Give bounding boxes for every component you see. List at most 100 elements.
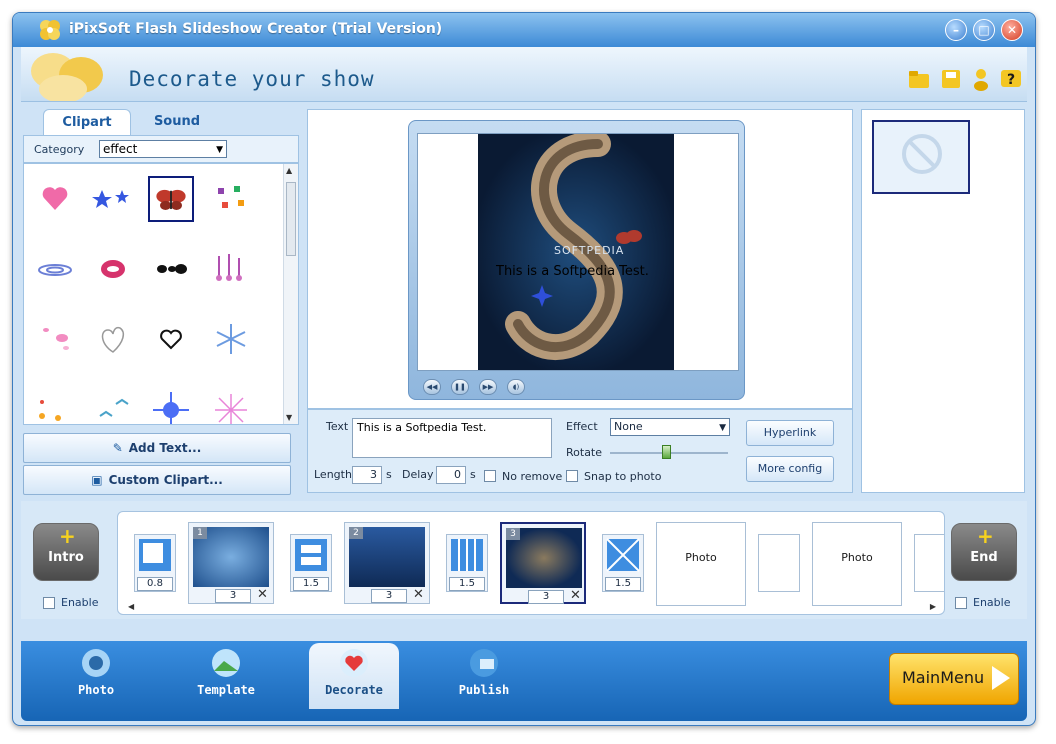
transition-item[interactable]: 1.5	[602, 534, 644, 592]
delay-input[interactable]: 0	[436, 466, 466, 484]
transition-duration[interactable]: 1.5	[293, 577, 329, 591]
maximize-button[interactable]: □	[973, 19, 995, 41]
scroll-right-icon[interactable]: ▶	[930, 602, 936, 611]
landscape-icon	[212, 649, 240, 677]
tab-clipart[interactable]: Clipart	[43, 109, 131, 136]
clipart-birds[interactable]	[90, 386, 136, 425]
photo-placeholder[interactable]: Photo	[812, 522, 902, 606]
clipart-heart[interactable]	[32, 176, 78, 222]
transition-item[interactable]: 0.8	[134, 534, 176, 592]
clipart-ant[interactable]	[148, 246, 194, 292]
slide-item-selected[interactable]: 3 3 ✕	[500, 522, 586, 604]
maximize-icon: □	[978, 23, 990, 37]
chevron-down-icon: ▼	[719, 423, 726, 433]
no-remove-checkbox[interactable]	[484, 470, 496, 482]
clipart-sparkle[interactable]	[148, 386, 194, 425]
transition-item[interactable]: 1.5	[290, 534, 332, 592]
chevron-down-icon: ▼	[216, 145, 223, 155]
rotate-slider[interactable]	[610, 445, 728, 459]
app-flower-icon	[40, 20, 60, 40]
clipart-heart-outline-black[interactable]	[148, 316, 194, 362]
length-unit: s	[386, 468, 392, 481]
clipart-grid: ▲ ▼	[23, 163, 299, 425]
clipart-outline-heart[interactable]	[90, 316, 136, 362]
rotate-slider-knob[interactable]	[662, 445, 671, 459]
clipart-drops[interactable]	[208, 246, 254, 292]
slide-duration[interactable]: 3	[371, 589, 407, 603]
slide-duration[interactable]: 3	[215, 589, 251, 603]
main-menu-button[interactable]: MainMenu	[889, 653, 1019, 705]
photo-placeholder[interactable]: Photo	[656, 522, 746, 606]
window-title: iPixSoft Flash Slideshow Creator (Trial …	[69, 21, 443, 37]
minimize-button[interactable]: –	[945, 19, 967, 41]
clipart-confetti[interactable]	[208, 176, 254, 222]
tab-sound[interactable]: Sound	[137, 109, 217, 135]
transition-duration[interactable]: 0.8	[137, 577, 173, 591]
timeline-scrollbar[interactable]: ◀ ▶	[128, 602, 936, 612]
clipart-scrollbar[interactable]: ▲ ▼	[283, 164, 298, 424]
background-thumbnail[interactable]	[872, 120, 970, 194]
close-icon: ✕	[1006, 23, 1018, 37]
folder-icon[interactable]	[907, 67, 931, 91]
text-input[interactable]: This is a Softpedia Test.	[352, 418, 552, 458]
delete-slide-icon[interactable]: ✕	[257, 587, 268, 602]
nav-publish[interactable]: Publish	[439, 643, 529, 709]
intro-enable-label: Enable	[61, 596, 99, 609]
end-button[interactable]: + End	[951, 523, 1017, 581]
clipart-stars[interactable]	[90, 176, 136, 222]
hyperlink-button[interactable]: Hyperlink	[746, 420, 834, 446]
effect-value: None	[614, 420, 643, 433]
user-icon[interactable]	[969, 67, 993, 91]
slide-strip: 0.8 1 3 ✕ 1.5 2 3 ✕ 1.5 3 3 ✕ 1.5 Photo …	[117, 511, 945, 615]
intro-enable-checkbox[interactable]	[43, 597, 55, 609]
clipart-lips[interactable]	[90, 246, 136, 292]
slide-item[interactable]: 2 3 ✕	[344, 522, 430, 604]
rewind-button[interactable]: ◀◀	[423, 379, 441, 395]
end-enable-checkbox[interactable]	[955, 597, 967, 609]
scroll-thumb[interactable]	[286, 182, 296, 256]
scroll-left-icon[interactable]: ◀	[128, 602, 134, 611]
overlay-text[interactable]: This is a Softpedia Test.	[496, 264, 649, 279]
scroll-down-icon[interactable]: ▼	[286, 413, 292, 422]
clipart-snowflake[interactable]	[208, 316, 254, 362]
slide-number: 3	[506, 528, 520, 540]
nav-photo[interactable]: Photo	[51, 643, 141, 709]
scroll-up-icon[interactable]: ▲	[286, 166, 292, 175]
save-icon[interactable]	[939, 67, 963, 91]
intro-button[interactable]: + Intro	[33, 523, 99, 581]
end-enable-label: Enable	[973, 596, 1011, 609]
app-window: iPixSoft Flash Slideshow Creator (Trial …	[12, 12, 1036, 726]
transition-item[interactable]: 1.5	[446, 534, 488, 592]
help-icon[interactable]: ?	[999, 67, 1023, 91]
pause-button[interactable]: ❚❚	[451, 379, 469, 395]
more-config-button[interactable]: More config	[746, 456, 834, 482]
delete-slide-icon[interactable]: ✕	[570, 588, 581, 603]
length-input[interactable]: 3	[352, 466, 382, 484]
category-select[interactable]: effect ▼	[99, 140, 227, 158]
forward-button[interactable]: ▶▶	[479, 379, 497, 395]
custom-clipart-button[interactable]: ▣ Custom Clipart...	[23, 465, 291, 495]
slide-item[interactable]: 1 3 ✕	[188, 522, 274, 604]
nav-decorate-label: Decorate	[325, 683, 383, 697]
clipart-dots[interactable]	[32, 386, 78, 425]
effect-select[interactable]: None ▼	[610, 418, 730, 436]
add-text-button[interactable]: ✎ Add Text...	[23, 433, 291, 463]
nav-decorate[interactable]: Decorate	[309, 643, 399, 709]
text-properties: Text This is a Softpedia Test. Effect No…	[307, 409, 853, 493]
clipart-petals[interactable]	[32, 316, 78, 362]
transition-placeholder[interactable]	[914, 534, 944, 592]
transition-placeholder[interactable]	[758, 534, 800, 592]
close-button[interactable]: ✕	[1001, 19, 1023, 41]
clipart-ripples[interactable]	[32, 246, 78, 292]
clipart-burst[interactable]	[208, 386, 254, 425]
blue-star-sticker[interactable]	[530, 284, 554, 308]
volume-button[interactable]: ◖)	[507, 379, 525, 395]
butterfly-sticker-right[interactable]	[614, 226, 644, 250]
snap-checkbox[interactable]	[566, 470, 578, 482]
nav-template[interactable]: Template	[181, 643, 271, 709]
delete-slide-icon[interactable]: ✕	[413, 587, 424, 602]
rotate-label: Rotate	[566, 446, 603, 459]
clipart-butterfly[interactable]	[148, 176, 194, 222]
transition-duration[interactable]: 1.5	[605, 577, 641, 591]
transition-duration[interactable]: 1.5	[449, 577, 485, 591]
